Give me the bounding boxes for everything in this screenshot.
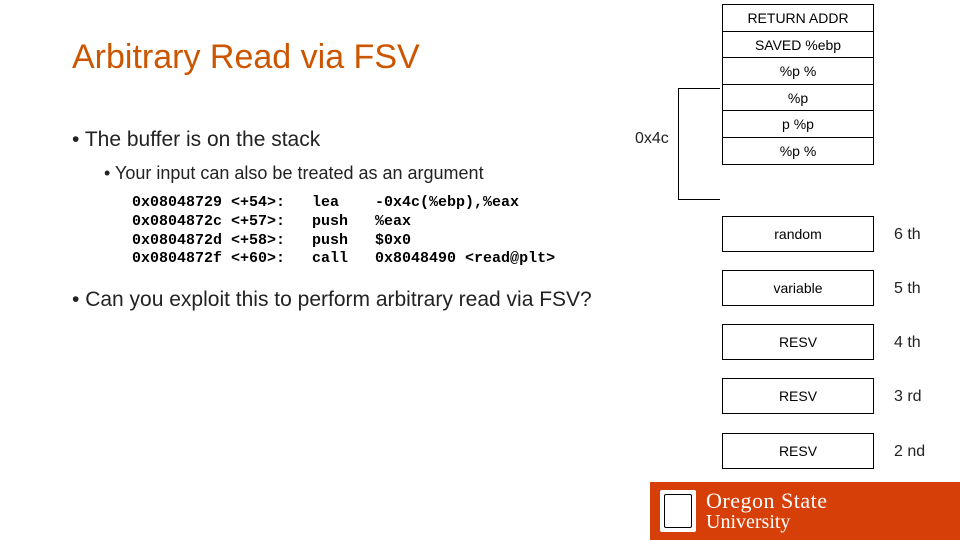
stack-cell-resv-3: RESV [722, 433, 874, 469]
stack-cell-resv-2: RESV [722, 378, 874, 414]
disassembly-text: 0x08048729 <+54>: lea -0x4c(%ebp),%eax 0… [132, 194, 555, 269]
university-footer: Oregon State University [650, 482, 960, 540]
offset-label: 0x4c [635, 130, 669, 148]
ordinal-4th: 4 th [894, 334, 950, 352]
stack-cell-buf-3: %p % [722, 137, 874, 165]
ordinal-6th: 6 th [894, 226, 950, 244]
bullet-question: Can you exploit this to perform arbitrar… [72, 288, 592, 312]
stack-cell-variable: variable [722, 270, 874, 306]
slide-title: Arbitrary Read via FSV [72, 38, 420, 77]
university-name: Oregon State University [706, 490, 827, 532]
stack-diagram-upper: RETURN ADDR SAVED %ebp %p % %p p %p %p % [722, 4, 874, 165]
stack-cell-buf-1: %p [722, 84, 874, 112]
stack-cell-buf-0: %p % [722, 57, 874, 85]
ordinal-3rd: 3 rd [894, 388, 950, 406]
stack-cell-resv-1: RESV [722, 324, 874, 360]
university-shield-icon [660, 490, 696, 532]
disassembly-block: 0x08048729 <+54>: lea -0x4c(%ebp),%eax 0… [132, 194, 555, 269]
university-name-line2: University [706, 512, 827, 532]
offset-bracket [678, 88, 720, 200]
stack-cell-buf-2: p %p [722, 110, 874, 138]
stack-cell-random: random [722, 216, 874, 252]
stack-cell-return-addr: RETURN ADDR [722, 4, 874, 32]
stack-cell-saved-ebp: SAVED %ebp [722, 31, 874, 59]
bullet-level2: Your input can also be treated as an arg… [104, 163, 484, 184]
bullet-level1: The buffer is on the stack [72, 128, 320, 152]
ordinal-2nd: 2 nd [894, 443, 950, 461]
ordinal-5th: 5 th [894, 280, 950, 298]
university-name-line1: Oregon State [706, 490, 827, 512]
